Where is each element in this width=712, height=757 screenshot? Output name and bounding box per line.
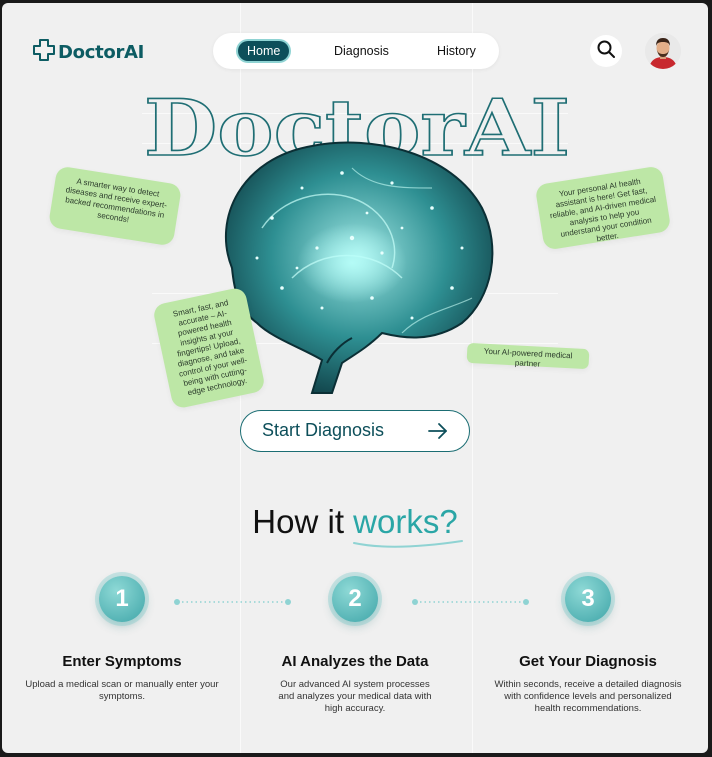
step-3-description: Within seconds, receive a detailed diagn… xyxy=(494,679,682,714)
how-title-main: How it xyxy=(252,503,354,540)
hero-note-right: Your personal AI health assistant is her… xyxy=(534,165,672,251)
brand-logo[interactable]: DoctorAI xyxy=(32,38,144,67)
hero-note-left: A smarter way to detect diseases and rec… xyxy=(47,165,183,247)
step-3-badge: 3 xyxy=(565,576,611,622)
user-avatar[interactable] xyxy=(645,33,681,69)
nav-diagnosis[interactable]: Diagnosis xyxy=(334,41,389,61)
step-3-title: Get Your Diagnosis xyxy=(519,653,657,670)
step-1-description: Upload a medical scan or manually enter … xyxy=(25,679,219,702)
main-nav: Home Diagnosis History xyxy=(213,33,499,69)
nav-history[interactable]: History xyxy=(437,41,476,61)
search-icon xyxy=(596,39,616,64)
nav-home[interactable]: Home xyxy=(238,41,290,61)
medical-cross-icon xyxy=(32,38,56,67)
step-1-badge: 1 xyxy=(99,576,145,622)
step-2-description: Our advanced AI system processes and ana… xyxy=(278,679,432,714)
start-diagnosis-button[interactable]: Start Diagnosis xyxy=(240,410,470,452)
how-it-works-heading: How it works? xyxy=(2,503,708,541)
step-2-badge: 2 xyxy=(332,576,378,622)
page-frame: DoctorAI Home Diagnosis History DoctorAI xyxy=(2,3,708,753)
step-connector-1 xyxy=(174,599,291,605)
heading-underline-swoosh xyxy=(353,540,463,548)
how-title-accent: works? xyxy=(353,503,458,540)
step-connector-2 xyxy=(412,599,529,605)
arrow-right-icon xyxy=(427,421,449,446)
step-2-title: AI Analyzes the Data xyxy=(281,653,429,670)
search-button[interactable] xyxy=(590,35,622,67)
step-1-title: Enter Symptoms xyxy=(62,653,182,670)
brand-name: DoctorAI xyxy=(58,42,145,63)
start-diagnosis-label: Start Diagnosis xyxy=(262,420,385,440)
